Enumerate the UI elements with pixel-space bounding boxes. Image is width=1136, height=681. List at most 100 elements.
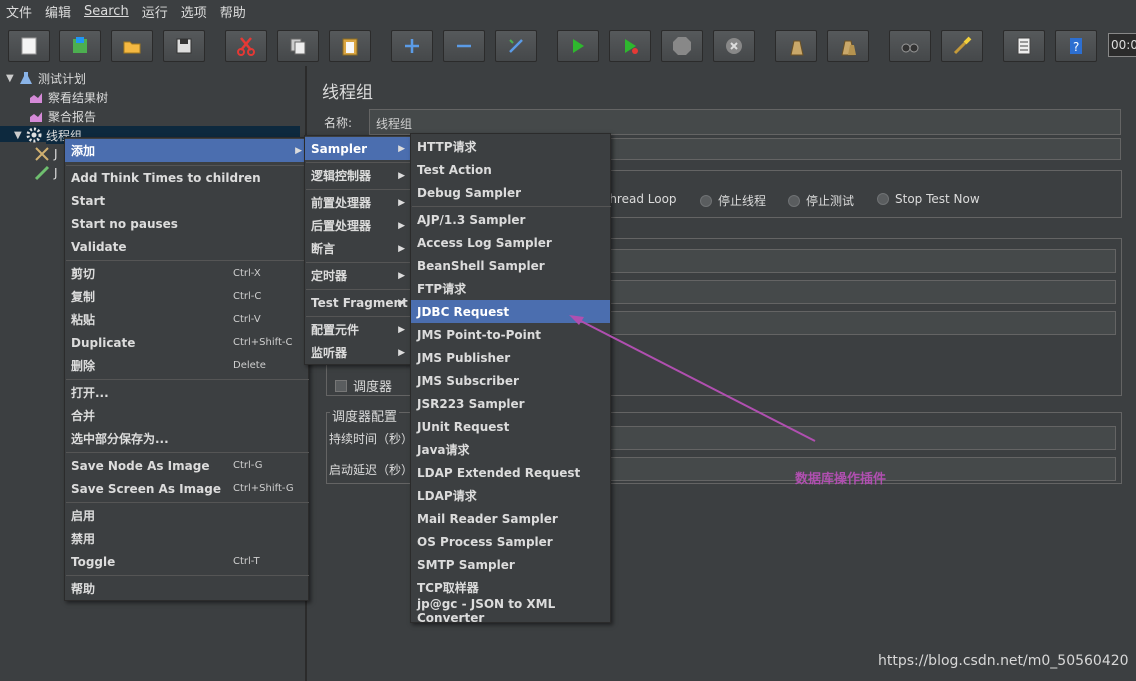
tree-node-child-1[interactable]: J xyxy=(34,145,58,163)
shutdown-button[interactable] xyxy=(713,30,755,62)
expand-toggle[interactable]: ▼ xyxy=(14,130,26,141)
menu-item-save-selection-as[interactable]: 选中部分保存为... xyxy=(65,427,308,450)
search-button[interactable] xyxy=(889,30,931,62)
menu-search[interactable]: Search xyxy=(84,4,129,19)
sampler-item-json-to-xml[interactable]: jp@gc - JSON to XML Converter xyxy=(411,597,610,625)
submenu-item-assertion[interactable]: 断言 ▶ xyxy=(305,237,411,260)
menu-item-toggle[interactable]: Toggle Ctrl-T xyxy=(65,550,308,573)
cut-button[interactable] xyxy=(225,30,267,62)
start-button[interactable] xyxy=(557,30,599,62)
sampler-item-jms-publisher[interactable]: JMS Publisher xyxy=(411,346,610,369)
sampler-item-jsr223[interactable]: JSR223 Sampler xyxy=(411,392,610,415)
sampler-item-ajp[interactable]: AJP/1.3 Sampler xyxy=(411,208,610,231)
menu-item-merge[interactable]: 合并 xyxy=(65,404,308,427)
submenu-item-test-fragment[interactable]: Test Fragment ▶ xyxy=(305,291,411,314)
templates-icon xyxy=(73,37,87,53)
radio-stop-test-now[interactable]: Stop Test Now xyxy=(877,192,980,206)
tree-node-test-plan[interactable]: ▼ 测试计划 xyxy=(6,69,86,87)
chart-icon xyxy=(28,89,44,105)
sampler-item-java-request[interactable]: Java请求 xyxy=(411,438,610,461)
menu-item-save-screen-as-image[interactable]: Save Screen As Image Ctrl+Shift-G xyxy=(65,477,308,500)
toggle-button[interactable] xyxy=(495,30,537,62)
submenu-item-pre-processor[interactable]: 前置处理器 ▶ xyxy=(305,191,411,214)
open-button[interactable] xyxy=(111,30,153,62)
tree-node-aggregate-report[interactable]: 聚合报告 xyxy=(28,107,96,125)
clear-button[interactable] xyxy=(775,30,817,62)
copy-button[interactable] xyxy=(277,30,319,62)
paste-button[interactable] xyxy=(329,30,371,62)
sampler-item-jdbc-request[interactable]: JDBC Request xyxy=(411,300,610,323)
name-field[interactable]: 线程组 xyxy=(369,109,1121,135)
submenu-item-sampler[interactable]: Sampler ▶ xyxy=(305,137,411,160)
submenu-item-timer[interactable]: 定时器 ▶ xyxy=(305,264,411,287)
sampler-item-smtp[interactable]: SMTP Sampler xyxy=(411,553,610,576)
menu-item-start-no-pauses[interactable]: Start no pauses xyxy=(65,212,308,235)
tree-node-view-results-tree[interactable]: 察看结果树 xyxy=(28,88,108,106)
sampler-item-ldap-request[interactable]: LDAP请求 xyxy=(411,484,610,507)
menu-item-disable[interactable]: 禁用 xyxy=(65,527,308,550)
duration-label: 持续时间（秒） xyxy=(329,432,414,446)
menu-item-validate[interactable]: Validate xyxy=(65,235,308,258)
menu-item-label: Start no pauses xyxy=(71,216,178,231)
function-helper-button[interactable] xyxy=(1003,30,1045,62)
start-no-pause-button[interactable] xyxy=(609,30,651,62)
menu-item-label: Debug Sampler xyxy=(417,185,522,200)
submenu-item-config-element[interactable]: 配置元件 ▶ xyxy=(305,318,411,341)
expand-button[interactable] xyxy=(391,30,433,62)
menu-item-duplicate[interactable]: Duplicate Ctrl+Shift-C xyxy=(65,331,308,354)
reset-search-button[interactable] xyxy=(941,30,983,62)
sampler-item-ldap-extended[interactable]: LDAP Extended Request xyxy=(411,461,610,484)
menu-file[interactable]: 文件 xyxy=(6,2,32,21)
menu-item-help[interactable]: 帮助 xyxy=(65,577,308,600)
menu-edit[interactable]: 编辑 xyxy=(45,2,71,21)
menu-separator xyxy=(306,289,412,290)
menu-item-delete[interactable]: 删除 Delete xyxy=(65,354,308,377)
menu-item-save-node-as-image[interactable]: Save Node As Image Ctrl-G xyxy=(65,454,308,477)
submenu-arrow-icon: ▶ xyxy=(398,143,405,154)
menu-options[interactable]: 选项 xyxy=(181,2,207,21)
menu-item-label: Test Action xyxy=(417,162,492,177)
submenu-item-post-processor[interactable]: 后置处理器 ▶ xyxy=(305,214,411,237)
sampler-item-access-log[interactable]: Access Log Sampler xyxy=(411,231,610,254)
new-button[interactable] xyxy=(8,30,50,62)
radio-stop-test[interactable]: 停止测试 xyxy=(788,192,854,209)
collapse-button[interactable] xyxy=(443,30,485,62)
save-button[interactable] xyxy=(163,30,205,62)
radio-stop-thread[interactable]: 停止线程 xyxy=(700,192,766,209)
sampler-item-mail-reader[interactable]: Mail Reader Sampler xyxy=(411,507,610,530)
sampler-item-ftp-request[interactable]: FTP请求 xyxy=(411,277,610,300)
menu-item-enable[interactable]: 启用 xyxy=(65,504,308,527)
menu-item-add-think-times[interactable]: Add Think Times to children xyxy=(65,166,308,189)
sampler-item-jms-point-to-point[interactable]: JMS Point-to-Point xyxy=(411,323,610,346)
sampler-item-beanshell[interactable]: BeanShell Sampler xyxy=(411,254,610,277)
sampler-item-junit-request[interactable]: JUnit Request xyxy=(411,415,610,438)
menu-item-paste[interactable]: 粘贴 Ctrl-V xyxy=(65,308,308,331)
menu-run[interactable]: 运行 xyxy=(142,2,168,21)
sampler-item-test-action[interactable]: Test Action xyxy=(411,158,610,181)
sampler-item-os-process[interactable]: OS Process Sampler xyxy=(411,530,610,553)
menu-item-start[interactable]: Start xyxy=(65,189,308,212)
clear-all-button[interactable] xyxy=(827,30,869,62)
sampler-item-debug-sampler[interactable]: Debug Sampler xyxy=(411,181,610,204)
menu-item-label: 删除 xyxy=(71,359,96,373)
tree-node-child-2[interactable]: J xyxy=(34,164,58,182)
submenu-item-logic-controller[interactable]: 逻辑控制器 ▶ xyxy=(305,164,411,187)
radio-thread-loop[interactable]: Thread Loop xyxy=(602,192,677,206)
expand-toggle[interactable]: ▼ xyxy=(6,73,18,84)
scheduler-checkbox[interactable]: 调度器 xyxy=(335,376,392,395)
menu-item-open[interactable]: 打开... xyxy=(65,381,308,404)
menu-help[interactable]: 帮助 xyxy=(220,2,246,21)
menu-item-label: 复制 xyxy=(71,290,96,304)
templates-button[interactable] xyxy=(59,30,101,62)
sampler-item-http-request[interactable]: HTTP请求 xyxy=(411,135,610,158)
menu-item-copy[interactable]: 复制 Ctrl-C xyxy=(65,285,308,308)
sampler-item-jms-subscriber[interactable]: JMS Subscriber xyxy=(411,369,610,392)
add-submenu: Sampler ▶ 逻辑控制器 ▶ 前置处理器 ▶ 后置处理器 ▶ 断言 ▶ 定时器 ▶ T… xyxy=(304,135,412,365)
menu-item-add[interactable]: 添加 ▶ xyxy=(65,139,308,162)
help-button[interactable]: ? xyxy=(1055,30,1097,62)
menu-item-label: Test Fragment xyxy=(311,295,408,310)
menu-item-cut[interactable]: 剪切 Ctrl-X xyxy=(65,262,308,285)
stop-button[interactable] xyxy=(661,30,703,62)
submenu-item-listener[interactable]: 监听器 ▶ xyxy=(305,341,411,364)
function-helper-icon xyxy=(1017,37,1031,55)
